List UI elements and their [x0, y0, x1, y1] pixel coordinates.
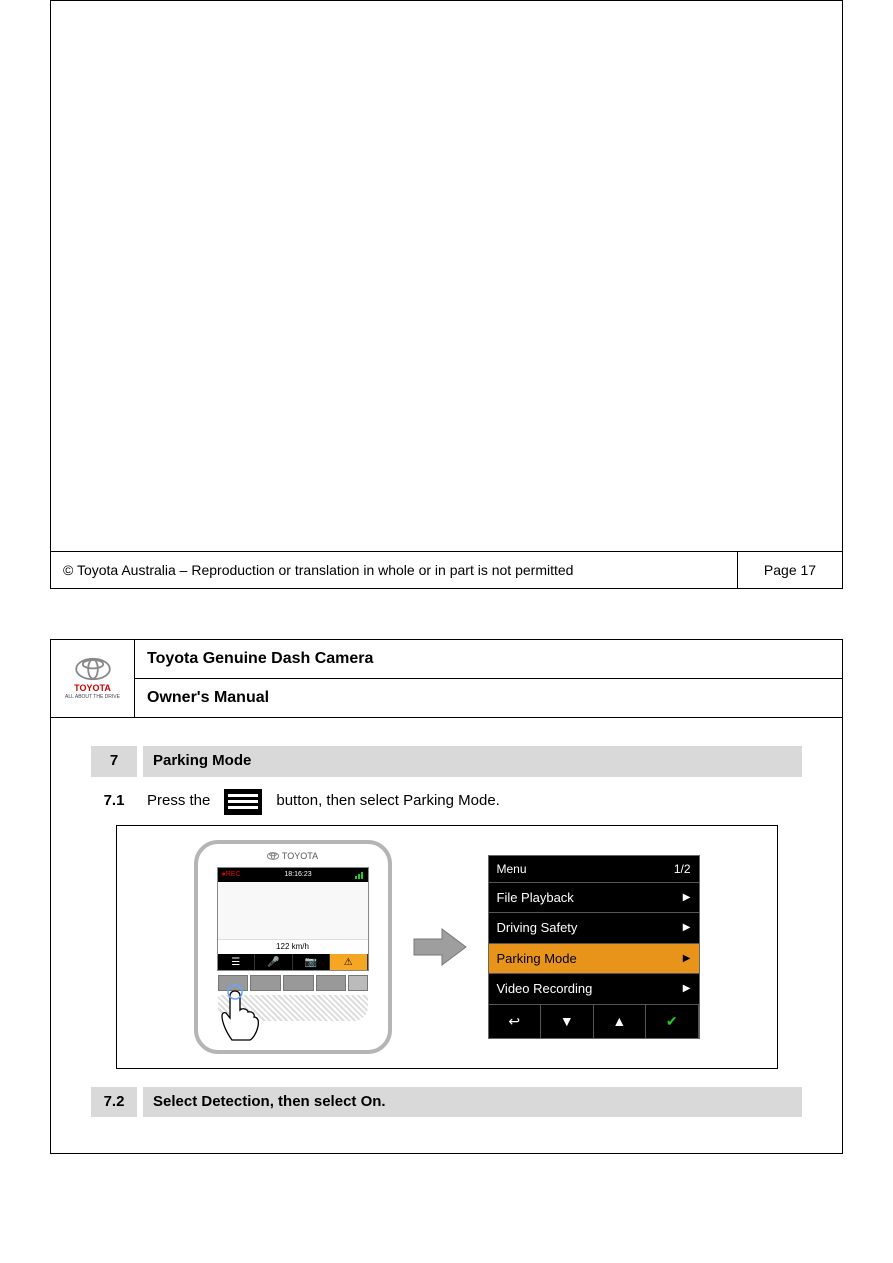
menu-title: Menu [497, 860, 527, 878]
dashcam-device: TOYOTA ●REC 18:16:23 122 km/h ☰ 🎤 [194, 840, 392, 1054]
menu-icon [224, 789, 262, 815]
step-text: Select Detection, then select On. [143, 1087, 802, 1118]
doc-title: Toyota Genuine Dash Camera [135, 640, 842, 679]
back-button[interactable]: ↩ [489, 1005, 542, 1038]
toyota-ellipse-icon [75, 657, 111, 681]
button-4 [316, 975, 347, 991]
menu-item-video-recording[interactable]: Video Recording ▶ [489, 974, 699, 1005]
illustration-box: TOYOTA ●REC 18:16:23 122 km/h ☰ 🎤 [116, 825, 778, 1069]
chevron-right-icon: ▶ [683, 890, 691, 905]
menu-item-file-playback[interactable]: File Playback ▶ [489, 883, 699, 914]
down-button[interactable]: ▼ [541, 1005, 594, 1038]
device-brand-text: TOYOTA [282, 850, 318, 864]
logo-tagline: ALL ABOUT THE DRIVE [65, 694, 120, 700]
menu-item-label: Driving Safety [497, 918, 578, 938]
device-time: 18:16:23 [284, 870, 311, 881]
arrow-right-icon [412, 927, 468, 967]
page-1: © Toyota Australia – Reproduction or tra… [0, 0, 893, 589]
page1-footer: © Toyota Australia – Reproduction or tra… [51, 551, 842, 588]
signal-icon [355, 872, 363, 879]
warning-icon: ⚠ [330, 954, 368, 970]
doc-subtitle: Owner's Manual [135, 679, 842, 717]
confirm-button[interactable]: ✔ [646, 1005, 699, 1038]
section-heading-7: 7 Parking Mode [91, 746, 802, 777]
section-title: Parking Mode [143, 746, 802, 777]
copyright-text: © Toyota Australia – Reproduction or tra… [51, 552, 738, 588]
mic-icon: 🎤 [255, 954, 293, 970]
step-7-1: 7.1 Press the button, then select Parkin… [91, 789, 802, 815]
device-speed: 122 km/h [218, 939, 368, 954]
page-2: TOYOTA ALL ABOUT THE DRIVE Toyota Genuin… [0, 639, 893, 1154]
chevron-right-icon: ▶ [683, 920, 691, 935]
menu-button-icon: ☰ [218, 954, 256, 970]
logo-brand: TOYOTA [74, 683, 111, 693]
device-toolbar: ☰ 🎤 📷 ⚠ [218, 954, 368, 970]
menu-item-label: Video Recording [497, 979, 593, 999]
device-brand: TOYOTA [267, 850, 318, 864]
step-number: 7.1 [91, 790, 137, 813]
device-viewport [218, 882, 368, 939]
step-number: 7.2 [91, 1087, 137, 1118]
step-text-pre: Press the [147, 790, 210, 813]
toyota-logo: TOYOTA ALL ABOUT THE DRIVE [51, 640, 135, 717]
menu-item-label: File Playback [497, 888, 574, 908]
menu-page-indicator: 1/2 [674, 860, 691, 878]
section-number: 7 [91, 746, 137, 777]
menu-item-driving-safety[interactable]: Driving Safety ▶ [489, 913, 699, 944]
up-button[interactable]: ▲ [594, 1005, 647, 1038]
hand-pointer-icon [212, 982, 272, 1042]
mini-logo-icon [267, 852, 279, 860]
chevron-right-icon: ▶ [683, 981, 691, 996]
power-button [348, 975, 367, 991]
rec-indicator: ●REC [222, 870, 241, 881]
menu-item-label: Parking Mode [497, 949, 577, 969]
menu-item-parking-mode[interactable]: Parking Mode ▶ [489, 944, 699, 975]
step-text-post: button, then select Parking Mode. [276, 790, 499, 813]
button-3 [283, 975, 314, 991]
menu-panel: Menu 1/2 File Playback▶ Driving Safety▶ … [488, 855, 700, 1039]
page-number: Page 17 [738, 552, 842, 588]
step-7-2: 7.2 Select Detection, then select On. [91, 1087, 802, 1118]
camera-icon: 📷 [293, 954, 331, 970]
device-screen: ●REC 18:16:23 122 km/h ☰ 🎤 📷 ⚠ [217, 867, 369, 971]
chevron-right-icon: ▶ [683, 951, 691, 966]
